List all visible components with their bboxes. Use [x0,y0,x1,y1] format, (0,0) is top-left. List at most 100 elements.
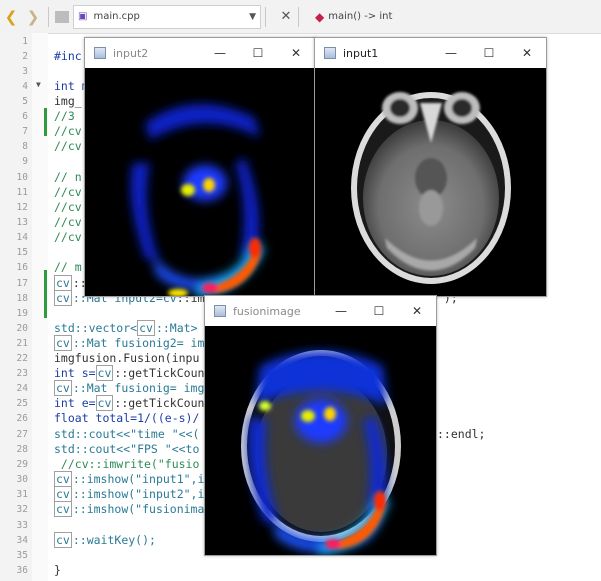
file-name: main.cpp [93,11,140,22]
line-number: 28 [16,444,28,455]
line-number: 23 [16,368,28,379]
toolbar-divider [48,6,49,27]
code-line: float total=1/((e-s)/ [54,411,199,425]
mri-scan-image [315,68,546,296]
line-number: 18 [16,293,28,304]
maximize-button[interactable]: ☐ [239,46,277,60]
code-text: std::cout<<"FPS "<<to [54,442,200,456]
code-line: //cv [54,200,82,214]
back-arrow-icon[interactable]: ❮ [0,8,22,26]
minimize-button[interactable]: — [432,46,470,60]
line-number: 35 [16,550,28,561]
code-text: ::getTickCoun [114,396,205,410]
window-fusionimage[interactable]: fusionimage — ☐ ✕ [204,295,437,556]
line-number: 27 [16,429,28,440]
line-number: 1 [22,36,28,47]
line-number: 20 [16,323,28,334]
window-titlebar[interactable]: fusionimage — ☐ ✕ [205,296,436,326]
change-marker [44,270,47,318]
window-input1[interactable]: input1 — ☐ ✕ [314,37,547,297]
line-number: 22 [16,353,28,364]
toolbar-divider [298,6,299,27]
code-text: std::cout<<"time "<<( [54,427,200,441]
function-icon: ◆ [315,9,325,24]
line-number: 4 [22,81,28,92]
line-number: 13 [16,217,28,228]
line-number: 10 [16,172,28,183]
line-number: 6 [22,111,28,122]
maximize-button[interactable]: ☐ [360,304,398,318]
code-text: //3 [54,109,75,123]
line-number: 24 [16,383,28,394]
line-number: 14 [16,232,28,243]
code-line: //3 [54,109,75,123]
code-line: cv::Mat fusionig= img [54,380,205,396]
file-selector[interactable]: ▣ main.cpp ▼ [73,4,261,29]
code-text: } [54,563,61,577]
chevron-down-icon[interactable]: ▼ [249,12,256,22]
namespace-token: cv [54,275,72,291]
code-text: //cv [54,185,82,199]
code-text: ::Mat fusionig= img [72,381,205,395]
code-line: int s= cv::getTickCoun [54,365,204,381]
minimize-button[interactable]: — [322,304,360,318]
line-number: 9 [22,156,28,167]
toolbar-divider [265,6,266,27]
line-number: 34 [16,535,28,546]
code-line: } [54,563,61,577]
code-line: // n [54,170,82,184]
namespace-token: cv [54,380,72,396]
code-line: //cv::imwrite("fusio [54,457,199,471]
close-button[interactable]: ✕ [398,304,436,318]
code-line: //cv [54,124,82,138]
namespace-token: cv [54,486,72,502]
code-line: cv::imshow("input2",i [54,486,204,502]
namespace-token: cv [95,395,114,411]
line-number: 17 [16,278,28,289]
window-titlebar[interactable]: input1 — ☐ ✕ [315,38,546,68]
code-text: int e= [54,396,96,410]
pet-scan-image [85,68,315,296]
line-number: 31 [16,489,28,500]
window-title: fusionimage [233,304,301,318]
namespace-token: cv [95,365,114,381]
code-line: cv::Mat fusionig2= im [54,335,204,351]
line-number: 29 [16,459,28,470]
line-number: 5 [22,96,28,107]
close-button[interactable]: ✕ [508,46,546,60]
line-number: 7 [22,126,28,137]
namespace-token: cv [137,320,155,336]
line-number: 30 [16,474,28,485]
fold-arrow-icon[interactable]: ▼ [36,80,41,89]
code-text: //cv [54,215,82,229]
code-line: //cv [54,230,82,244]
window-icon [324,47,336,59]
minimize-button[interactable]: — [201,46,239,60]
code-line: std::cout<<"time "<<( [54,427,199,441]
code-text: ::endl; [437,427,486,441]
line-number: 25 [16,398,28,409]
cpp-file-icon: ▣ [78,11,88,22]
code-line-tail: ::endl; [437,427,485,441]
code-text: #inc [54,49,82,63]
window-input2[interactable]: input2 — ☐ ✕ [84,37,316,297]
scope-selector[interactable]: ◆ main() -> int [309,6,398,28]
window-icon [214,305,226,317]
line-number: 33 [16,520,28,531]
close-button[interactable]: ✕ [277,46,315,60]
code-text: int s= [54,366,96,380]
window-titlebar[interactable]: input2 — ☐ ✕ [85,38,315,68]
code-line: #inc [54,49,82,63]
window-title: input1 [343,46,379,60]
line-number: 8 [22,141,28,152]
code-text: //cv [54,124,82,138]
scope-label: main() -> int [328,11,393,22]
code-text: // m [54,260,82,274]
close-icon[interactable]: ✕ [278,9,294,24]
code-text: img_ [54,94,82,108]
forward-arrow-icon[interactable]: ❯ [22,8,44,26]
pin-icon[interactable] [55,10,69,23]
maximize-button[interactable]: ☐ [470,46,508,60]
code-line: // m [54,260,82,274]
line-number: 3 [22,66,28,77]
